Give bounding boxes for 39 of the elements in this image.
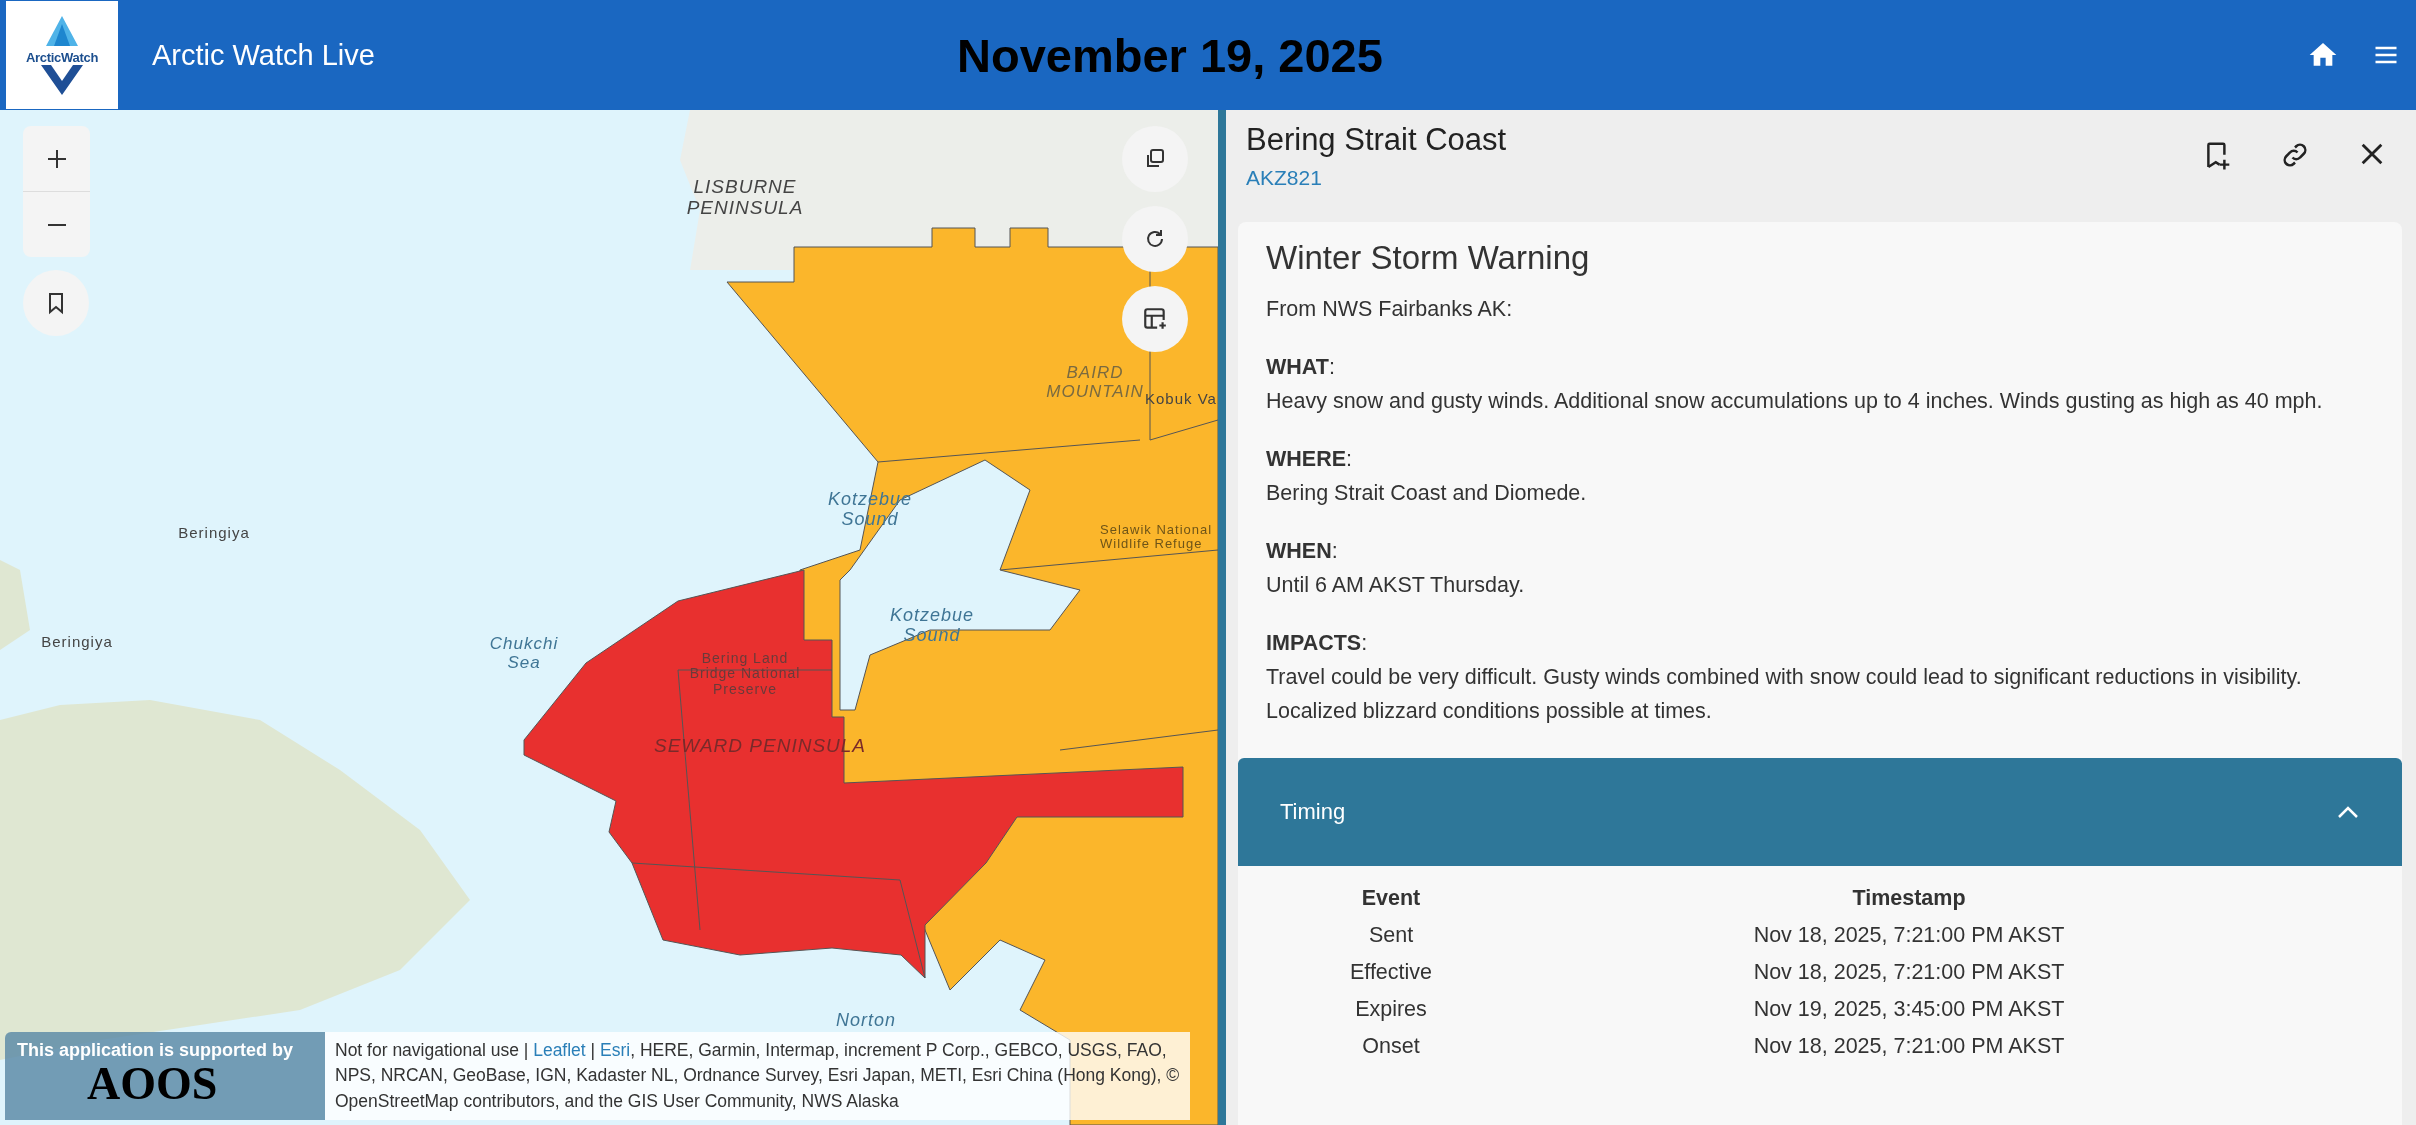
app-title: Arctic Watch Live: [152, 38, 376, 72]
map-label: BAIRD MOUNTAIN: [1046, 363, 1144, 401]
section-text: Bering Strait Coast and Diomede.: [1266, 480, 1587, 505]
table-cell-text: Expires: [1354, 995, 1428, 1023]
table-cell-text: Onset: [1361, 1032, 1421, 1060]
map-label: Beringiya: [41, 633, 113, 650]
section-text: Heavy snow and gusty winds. Additional snow accumulations up to 4 inches. Winds gusting as high as 40 mph.: [1266, 388, 2323, 413]
map-label: Norton: [836, 1010, 896, 1030]
date-heading: November 19, 2025: [957, 27, 1383, 83]
section-label: IMPACTS:: [1266, 630, 1368, 655]
map-attribution: Not for navigational use | Leaflet | Esri, HERE, Garmin, Intermap, increment P Corp., GEBCO, USGS, FAO, NPS, NRCAN, GeoBase, IGN, Kadaster NL, Ordnance Survey, Esri Japan, METI, Esri China (Hong Kong), © OpenStreetMap contributors, and the GIS User Community, NWS Alaska: [325, 1031, 1190, 1120]
timing-accordion-header[interactable]: Timing: [1238, 757, 2402, 866]
map-label: Kobuk Va: [1145, 390, 1217, 407]
section-text: Travel could be very difficult. Gusty winds combined with snow could lead to significant reductions in visibility. Localized blizzard conditions possible at times.: [1266, 664, 2302, 723]
column-header: Event: [1360, 884, 1422, 912]
map-label: Selawik National Wildlife Refuge: [1100, 522, 1213, 552]
map-label: Chukchi Sea: [489, 634, 559, 672]
table-cell-text: Sent: [1367, 921, 1415, 949]
table-cell-text: Nov 19, 2025, 3:45:00 PM AKST: [1752, 995, 2066, 1023]
table-cell-text: Nov 18, 2025, 7:21:00 PM AKST: [1752, 921, 2066, 949]
aoos-logo: AOOS: [87, 1060, 218, 1107]
column-header: Timestamp: [1851, 884, 1967, 912]
attribution-link[interactable]: Leaflet: [533, 1039, 586, 1060]
app-logo: ArcticWatch: [6, 1, 118, 109]
section-label: WHERE:: [1266, 446, 1352, 471]
support-text: This application is supported by: [17, 1039, 295, 1061]
table-cell-text: Nov 18, 2025, 7:21:00 PM AKST: [1752, 958, 2066, 986]
section-label: WHAT:: [1266, 354, 1335, 379]
alert-title: Winter Storm Warning: [1266, 238, 1591, 278]
zone-title: Bering Strait Coast: [1246, 122, 1508, 158]
section-label: WHEN:: [1266, 538, 1338, 563]
map-label: LISBURNE PENINSULA: [686, 176, 804, 218]
alert-source: From NWS Fairbanks AK:: [1266, 295, 1514, 323]
section-text: Until 6 AM AKST Thursday.: [1266, 572, 1525, 597]
table-cell-text: Effective: [1348, 958, 1434, 986]
map-label: Beringiya: [178, 524, 250, 541]
table-cell-text: Nov 18, 2025, 7:21:00 PM AKST: [1752, 1032, 2066, 1060]
zone-code-link[interactable]: AKZ821: [1246, 166, 1322, 190]
attribution-link[interactable]: Esri: [600, 1039, 631, 1060]
